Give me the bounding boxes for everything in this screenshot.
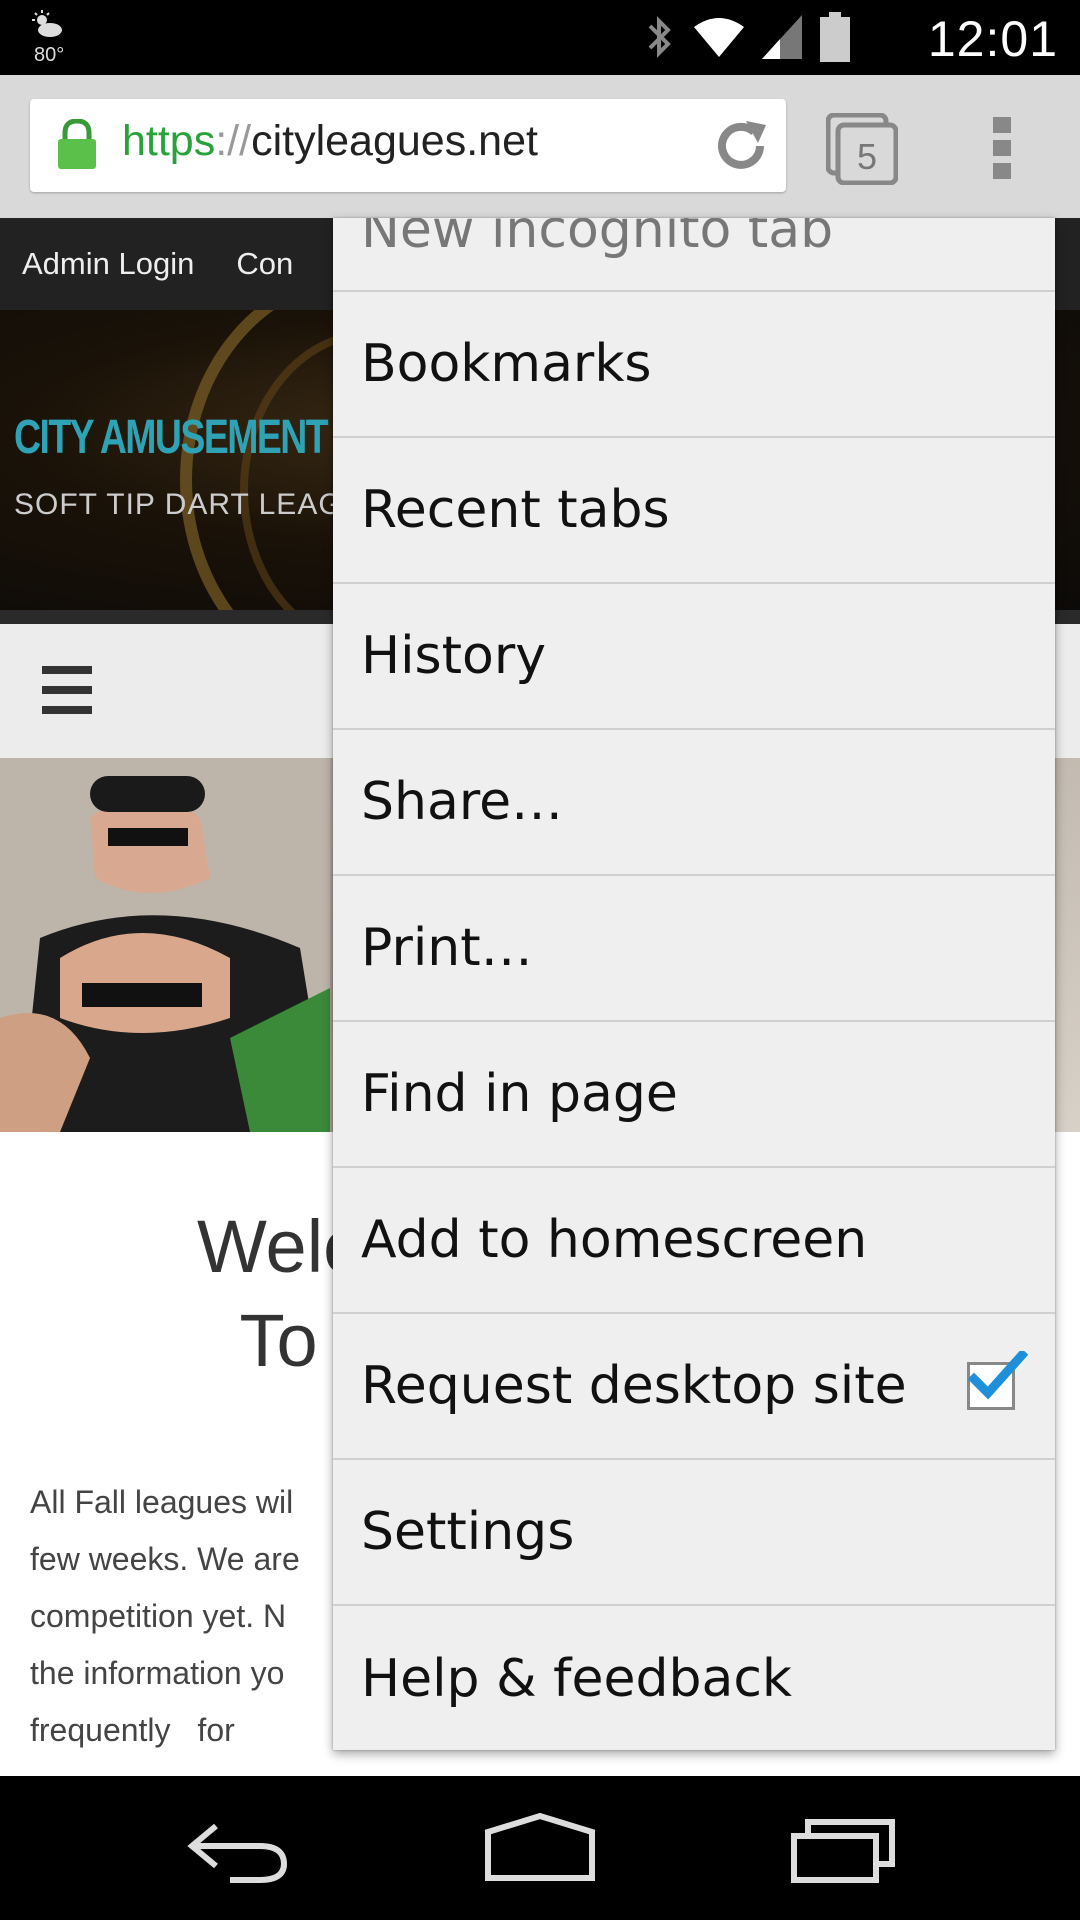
menu-item-label: Help & feedback	[361, 1649, 793, 1709]
bluetooth-icon	[648, 16, 671, 58]
menu-item-label: Request desktop site	[361, 1356, 907, 1416]
system-nav-bar	[0, 1776, 1080, 1920]
tab-count: 5	[857, 136, 877, 177]
menu-item-recent-tabs[interactable]: Recent tabs	[333, 438, 1055, 584]
site-subtitle: SOFT TIP DART LEAG	[14, 488, 343, 521]
url-separator: ://	[215, 117, 252, 165]
menu-item-label: Settings	[361, 1502, 575, 1562]
browser-toolbar: https://cityleagues.net 5	[0, 75, 1080, 218]
url-host: cityleagues.net	[251, 117, 538, 165]
menu-item-history[interactable]: History	[333, 584, 1055, 730]
overflow-menu-icon[interactable]	[990, 115, 1016, 181]
menu-item-label: Recent tabs	[361, 480, 670, 540]
wifi-icon	[694, 18, 744, 57]
clock: 12:01	[927, 11, 1058, 67]
menu-item-label: History	[361, 626, 546, 686]
nav-admin-login[interactable]: Admin Login	[22, 246, 194, 282]
menu-item-label: Find in page	[361, 1064, 678, 1124]
weather-icon: 80°	[30, 10, 90, 66]
cell-signal-icon	[762, 15, 802, 59]
menu-item-new-incognito-tab[interactable]: New incognito tab	[333, 218, 1055, 292]
players-photo	[0, 758, 330, 1132]
menu-item-bookmarks[interactable]: Bookmarks	[333, 292, 1055, 438]
battery-icon	[820, 12, 850, 62]
hamburger-icon[interactable]	[42, 666, 92, 714]
menu-item-label: Add to homescreen	[361, 1210, 868, 1270]
menu-item-add-to-homescreen[interactable]: Add to homescreen	[333, 1168, 1055, 1314]
menu-item-label: Share…	[361, 772, 564, 832]
tab-switcher-icon[interactable]: 5	[826, 113, 898, 185]
menu-item-settings[interactable]: Settings	[333, 1460, 1055, 1606]
menu-item-request-desktop-site[interactable]: Request desktop site	[333, 1314, 1055, 1460]
back-icon[interactable]	[186, 1812, 290, 1884]
status-bar: 80° 12:01	[0, 0, 1080, 75]
weather-temp: 80°	[34, 44, 65, 66]
overflow-menu: New incognito tab Bookmarks Recent tabs …	[333, 218, 1055, 1750]
nav-contact[interactable]: Con	[236, 246, 293, 282]
menu-item-find-in-page[interactable]: Find in page	[333, 1022, 1055, 1168]
menu-item-label: New incognito tab	[361, 218, 834, 260]
url-text[interactable]: https://cityleagues.net	[122, 117, 538, 166]
address-bar[interactable]: https://cityleagues.net	[30, 99, 786, 192]
reload-icon[interactable]	[712, 117, 772, 175]
desktop-site-checkbox[interactable]	[967, 1351, 1028, 1410]
url-scheme: https	[122, 117, 216, 165]
menu-item-help-feedback[interactable]: Help & feedback	[333, 1606, 1055, 1750]
menu-item-share[interactable]: Share…	[333, 730, 1055, 876]
menu-item-print[interactable]: Print…	[333, 876, 1055, 1022]
menu-item-label: Bookmarks	[361, 334, 652, 394]
checkmark-icon	[968, 1351, 1028, 1400]
recents-icon[interactable]	[790, 1812, 896, 1884]
home-icon[interactable]	[484, 1812, 596, 1884]
lock-icon	[58, 119, 96, 169]
menu-item-label: Print…	[361, 918, 533, 978]
